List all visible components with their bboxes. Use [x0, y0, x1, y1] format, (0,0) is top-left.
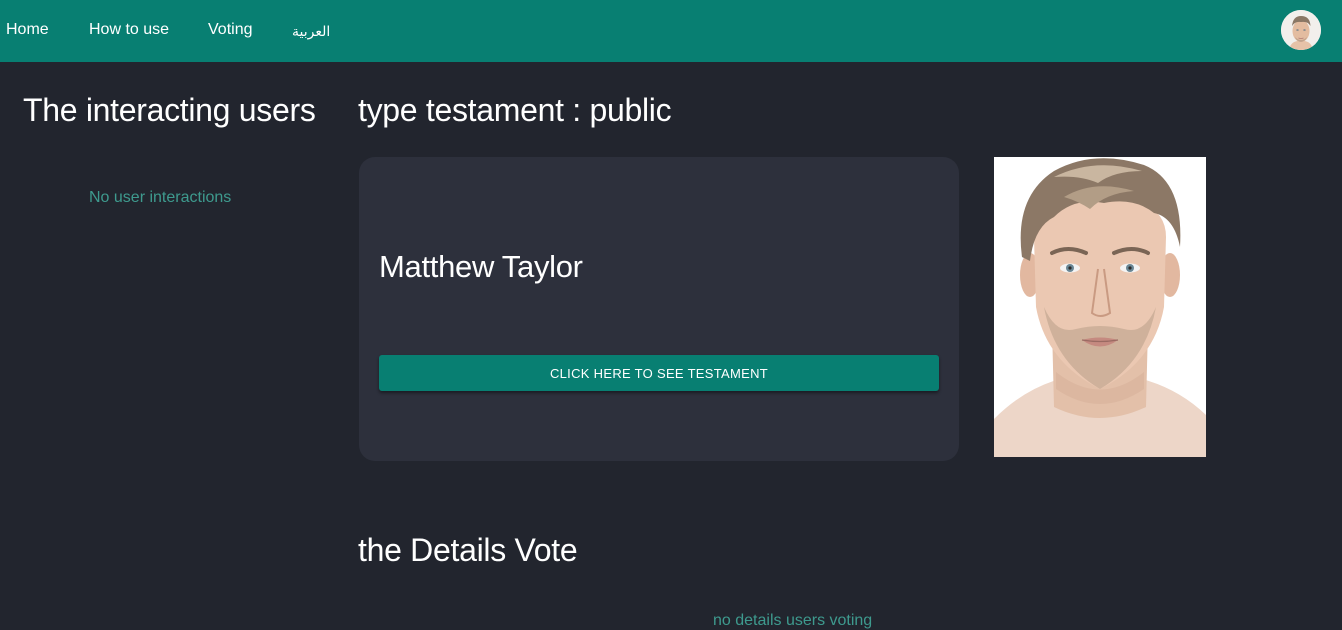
no-details-voting-text: no details users voting: [713, 612, 873, 629]
interacting-users-title: The interacting users: [23, 92, 316, 128]
user-avatar-icon[interactable]: [1281, 10, 1321, 50]
nav-how-to-use-link[interactable]: How to use: [89, 21, 169, 39]
nav-voting-link[interactable]: Voting: [208, 21, 252, 39]
nav-language-arabic-link[interactable]: العربية: [292, 22, 330, 40]
top-navbar: Home How to use Voting العربية: [0, 0, 1342, 62]
testament-type-heading: type testament : public: [358, 92, 672, 128]
details-vote-heading: the Details Vote: [358, 532, 578, 568]
person-portrait-image: [994, 157, 1206, 457]
testator-name: Matthew Taylor: [379, 249, 583, 284]
nav-home-link[interactable]: Home: [6, 21, 49, 39]
no-user-interactions-text: No user interactions: [89, 189, 232, 206]
see-testament-button[interactable]: CLICK HERE TO SEE TESTAMENT: [379, 355, 939, 391]
testament-card: Matthew Taylor CLICK HERE TO SEE TESTAME…: [359, 157, 959, 461]
